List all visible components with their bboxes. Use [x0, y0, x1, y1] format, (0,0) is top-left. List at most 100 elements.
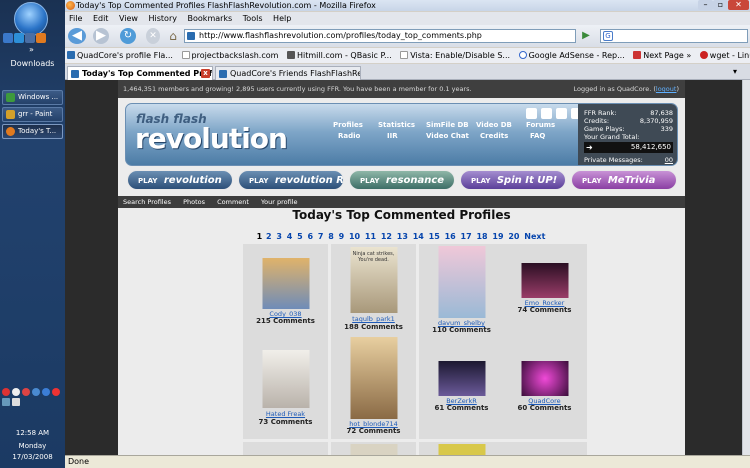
profile-name-link[interactable]: tagulb_park1: [331, 315, 416, 323]
taskbar-item-windows[interactable]: Windows ...: [2, 90, 63, 105]
page-link[interactable]: 8: [328, 232, 334, 241]
bookmark-item[interactable]: projectbackslash.com: [180, 48, 283, 63]
minimize-button[interactable]: –: [698, 0, 713, 10]
shirt-icon[interactable]: [526, 108, 537, 119]
nav-forums[interactable]: Forums: [526, 121, 555, 129]
page-link[interactable]: 15: [429, 232, 440, 241]
close-button[interactable]: ✕: [728, 0, 749, 10]
page-link[interactable]: 7: [318, 232, 324, 241]
ie-icon[interactable]: [14, 33, 24, 43]
menu-file[interactable]: File: [65, 12, 86, 25]
page-link[interactable]: 4: [287, 232, 293, 241]
page-link[interactable]: 14: [413, 232, 424, 241]
tray-icon[interactable]: [42, 388, 50, 396]
vertical-scrollbar[interactable]: [742, 80, 750, 455]
play-r2-button[interactable]: PLAY revolution R2: [238, 170, 344, 190]
play-resonance-button[interactable]: PLAY resonance: [349, 170, 455, 190]
subnav-your-profile[interactable]: Your profile: [261, 198, 297, 206]
tray-icon[interactable]: [2, 388, 10, 396]
page-link[interactable]: 11: [365, 232, 376, 241]
firefox-icon[interactable]: [36, 33, 46, 43]
page-link[interactable]: 3: [276, 232, 282, 241]
bookmark-item[interactable]: Hitmill.com - QBasic P...: [285, 48, 396, 63]
play-spinitup-button[interactable]: PLAY Spin It UP!: [460, 170, 566, 190]
menu-history[interactable]: History: [145, 12, 181, 25]
trophy-icon[interactable]: [541, 108, 552, 119]
nav-video-db[interactable]: Video DB: [476, 121, 512, 129]
google-search-icon[interactable]: G: [603, 31, 613, 41]
maximize-button[interactable]: ▫: [713, 0, 728, 10]
profile-avatar[interactable]: [521, 263, 568, 298]
volume-icon[interactable]: [12, 398, 20, 406]
tray-icon[interactable]: [12, 388, 20, 396]
bookmark-item[interactable]: Vista: Enable/Disable S...: [398, 48, 514, 63]
profile-avatar[interactable]: Ninja cat strikes, You're dead.: [350, 247, 397, 313]
nav-simfile-db[interactable]: SimFile DB: [426, 121, 469, 129]
page-link[interactable]: 5: [297, 232, 303, 241]
menu-edit[interactable]: Edit: [89, 12, 113, 25]
menu-view[interactable]: View: [115, 12, 142, 25]
taskbar-item-paint[interactable]: grr - Paint: [2, 107, 63, 122]
page-link[interactable]: 17: [461, 232, 472, 241]
nav-video-chat[interactable]: Video Chat: [426, 132, 469, 140]
play-metrivia-button[interactable]: PLAY MeTrivia: [571, 170, 677, 190]
url-bar[interactable]: http://www.flashflashrevolution.com/prof…: [184, 29, 576, 43]
page-link[interactable]: 16: [445, 232, 456, 241]
subnav-search-profiles[interactable]: Search Profiles: [123, 198, 171, 206]
page-link[interactable]: 2: [266, 232, 272, 241]
taskbar-item-firefox[interactable]: Today's T...: [2, 124, 63, 139]
bookmark-item[interactable]: QuadCore's profile Fla...: [65, 48, 177, 63]
profile-name-link[interactable]: Hated Freak: [243, 410, 328, 418]
profile-avatar[interactable]: [350, 444, 397, 455]
profile-avatar[interactable]: [438, 246, 485, 318]
downloads-label[interactable]: Downloads: [0, 59, 65, 68]
nav-faq[interactable]: FAQ: [530, 132, 545, 140]
stop-button[interactable]: ✕: [146, 28, 160, 44]
close-tab-icon[interactable]: x: [201, 69, 210, 78]
back-button[interactable]: ◀: [68, 28, 86, 44]
page-link[interactable]: 12: [381, 232, 392, 241]
profile-avatar[interactable]: [438, 361, 485, 396]
private-messages-link[interactable]: 00: [665, 156, 673, 164]
profile-avatar[interactable]: [438, 444, 485, 455]
menu-help[interactable]: Help: [269, 12, 295, 25]
page-link[interactable]: 13: [397, 232, 408, 241]
clock-time[interactable]: 12:58 AM: [0, 429, 65, 437]
forward-button[interactable]: ▶: [93, 28, 109, 44]
switch-windows-icon[interactable]: [25, 33, 35, 43]
nav-iir[interactable]: IIR: [387, 132, 398, 140]
page-link[interactable]: 20: [508, 232, 519, 241]
tray-icon[interactable]: [52, 388, 60, 396]
home-icon[interactable]: ⌂: [166, 28, 180, 44]
profile-avatar[interactable]: [262, 350, 309, 408]
page-link[interactable]: 19: [492, 232, 503, 241]
search-input[interactable]: G: [600, 29, 748, 43]
tab-top-commented[interactable]: Today's Top Commented Profiles ... x: [67, 66, 213, 80]
tray-icon[interactable]: [32, 388, 40, 396]
nav-profiles[interactable]: Profiles: [333, 121, 363, 129]
tab-friends[interactable]: QuadCore's Friends FlashFlashRevo...: [215, 66, 361, 80]
bookmark-item[interactable]: Next Page »: [631, 48, 695, 63]
tray-icon[interactable]: [22, 388, 30, 396]
profile-avatar[interactable]: [262, 258, 309, 309]
bookmark-item[interactable]: wget - Linux Comman...: [698, 48, 750, 63]
go-button[interactable]: ▶: [580, 28, 592, 44]
user-icon[interactable]: [556, 108, 567, 119]
tab-list-icon[interactable]: ▾: [733, 67, 737, 76]
menu-bookmarks[interactable]: Bookmarks: [184, 12, 237, 25]
logout-link[interactable]: logout: [656, 85, 677, 93]
reload-button[interactable]: ↻: [120, 28, 136, 44]
subnav-photos[interactable]: Photos: [183, 198, 205, 206]
menu-tools[interactable]: Tools: [239, 12, 267, 25]
profile-avatar[interactable]: [350, 337, 397, 419]
next-page-link[interactable]: Next: [524, 232, 545, 241]
page-link[interactable]: 6: [307, 232, 313, 241]
page-link[interactable]: 9: [339, 232, 345, 241]
chevron-down-icon[interactable]: »: [29, 45, 34, 54]
bookmark-item[interactable]: Google AdSense - Rep...: [517, 48, 629, 63]
desktop-icon[interactable]: [3, 33, 13, 43]
page-link[interactable]: 10: [349, 232, 360, 241]
subnav-comment[interactable]: Comment: [217, 198, 249, 206]
nav-credits[interactable]: Credits: [480, 132, 508, 140]
page-link[interactable]: 18: [476, 232, 487, 241]
